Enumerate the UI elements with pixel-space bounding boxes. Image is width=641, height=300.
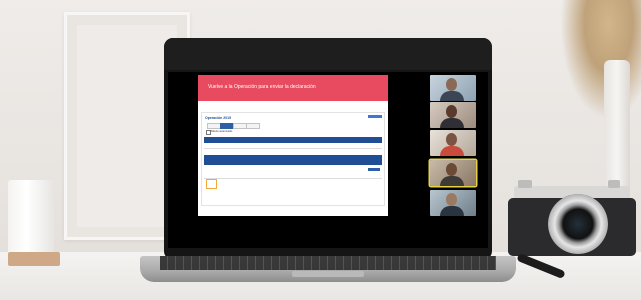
participant-face xyxy=(446,105,457,118)
table-row xyxy=(204,186,382,192)
camera-knob xyxy=(608,180,620,188)
participant-body xyxy=(440,146,464,156)
table-header xyxy=(204,144,382,149)
participant-video-3[interactable] xyxy=(430,130,476,156)
mug xyxy=(8,180,54,260)
app-title: Operación 2019 xyxy=(205,116,232,120)
participant-video-4-active-speaker[interactable] xyxy=(430,160,476,186)
tab-4[interactable] xyxy=(246,123,260,129)
laptop-trackpad xyxy=(292,271,364,277)
camera xyxy=(508,180,636,256)
participant-body xyxy=(440,176,464,186)
table-footer xyxy=(204,178,382,185)
slide-title: Vuelve a la Operación para enviar la dec… xyxy=(208,84,316,90)
section-bar xyxy=(204,155,382,165)
participant-face xyxy=(446,78,457,91)
participant-video-2[interactable] xyxy=(430,102,476,128)
participant-video-5[interactable] xyxy=(430,190,476,216)
camera-knob xyxy=(518,180,532,188)
participant-body xyxy=(440,206,464,216)
highlighted-icon xyxy=(206,179,217,189)
slide-header: Vuelve a la Operación para enviar la dec… xyxy=(198,75,388,101)
participant-video-1[interactable] xyxy=(430,75,476,101)
laptop-keyboard xyxy=(160,256,496,270)
laptop-bezel xyxy=(164,38,492,70)
new-button[interactable] xyxy=(368,115,382,118)
participant-face xyxy=(446,193,457,206)
participant-face xyxy=(446,163,457,176)
advanced-mode-label: Modo avanzado xyxy=(211,129,233,133)
section-bar xyxy=(204,137,382,143)
participant-face xyxy=(446,133,457,146)
tab-3[interactable] xyxy=(233,123,247,129)
shared-slide: Vuelve a la Operación para enviar la dec… xyxy=(198,75,388,216)
section-action-button[interactable] xyxy=(368,168,380,171)
embedded-app-screenshot: Operación 2019 Modo avanzado xyxy=(202,113,384,205)
participant-body xyxy=(440,91,464,101)
coaster xyxy=(8,252,60,266)
camera-lens xyxy=(548,194,608,254)
participant-body xyxy=(440,118,464,128)
